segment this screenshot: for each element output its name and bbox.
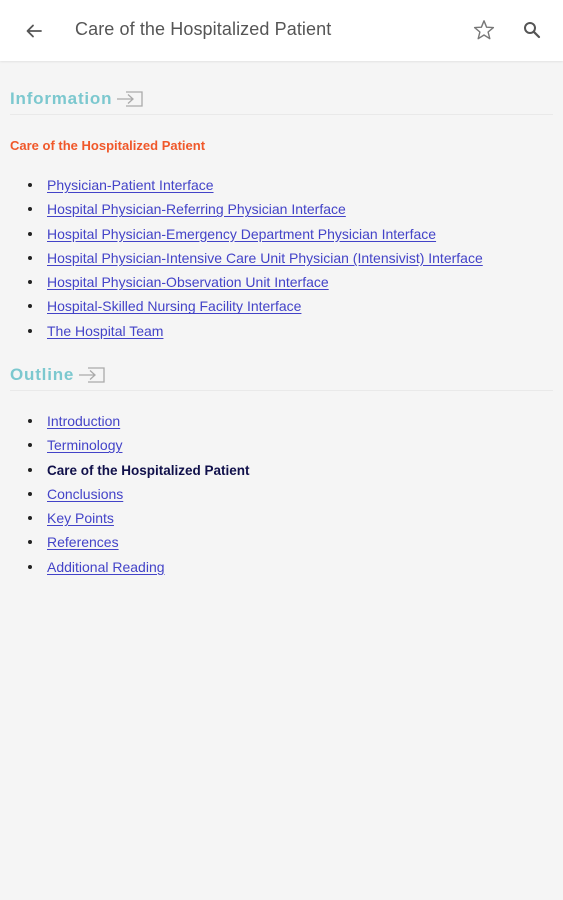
arrow-back-icon [26,24,42,38]
outline-link-references[interactable]: References [47,534,119,550]
list-item: Conclusions [28,482,250,506]
outline-link-terminology[interactable]: Terminology [47,437,122,453]
information-heading-label: Information [10,89,113,108]
list-item: Physician-Patient Interface [28,173,483,197]
topic-title: Care of the Hospitalized Patient [10,138,206,153]
open-link-icon[interactable] [78,366,106,384]
divider [10,114,553,115]
app-bar: Care of the Hospitalized Patient [0,0,563,61]
back-button[interactable] [22,19,46,43]
link-skilled-nursing-facility-interface[interactable]: Hospital-Skilled Nursing Facility Interf… [47,298,301,314]
link-referring-physician-interface[interactable]: Hospital Physician-Referring Physician I… [47,201,346,217]
list-item: Hospital Physician-Intensive Care Unit P… [28,246,483,270]
list-item: Hospital Physician-Referring Physician I… [28,197,483,221]
outline-list: Introduction Terminology Care of the Hos… [28,409,250,579]
list-item: Hospital-Skilled Nursing Facility Interf… [28,294,483,318]
favorite-button[interactable] [471,17,497,43]
list-item: Additional Reading [28,555,250,579]
link-emergency-department-interface[interactable]: Hospital Physician-Emergency Department … [47,226,436,242]
link-intensive-care-unit-interface[interactable]: Hospital Physician-Intensive Care Unit P… [47,250,483,266]
search-button[interactable] [520,18,544,42]
outline-heading-label: Outline [10,365,75,384]
divider [10,390,553,391]
page-title: Care of the Hospitalized Patient [75,19,332,39]
list-item: Hospital Physician-Observation Unit Inte… [28,270,483,294]
star-outline-icon [473,20,495,40]
outline-link-conclusions[interactable]: Conclusions [47,486,123,502]
outline-heading: Outline [10,365,106,385]
list-item: Key Points [28,506,250,530]
outline-link-additional-reading[interactable]: Additional Reading [47,559,165,575]
list-item: The Hospital Team [28,319,483,343]
list-item: Hospital Physician-Emergency Department … [28,222,483,246]
search-icon [524,22,541,39]
outline-link-introduction[interactable]: Introduction [47,413,120,429]
list-item: Care of the Hospitalized Patient [28,458,250,482]
information-links: Physician-Patient Interface Hospital Phy… [28,173,483,343]
list-item: References [28,530,250,554]
open-link-icon[interactable] [116,90,144,108]
link-physician-patient-interface[interactable]: Physician-Patient Interface [47,177,214,193]
link-hospital-team[interactable]: The Hospital Team [47,323,163,339]
outline-link-key-points[interactable]: Key Points [47,510,114,526]
link-observation-unit-interface[interactable]: Hospital Physician-Observation Unit Inte… [47,274,329,290]
list-item: Terminology [28,433,250,457]
list-item: Introduction [28,409,250,433]
information-heading: Information [10,89,144,109]
outline-current-item: Care of the Hospitalized Patient [47,462,250,478]
